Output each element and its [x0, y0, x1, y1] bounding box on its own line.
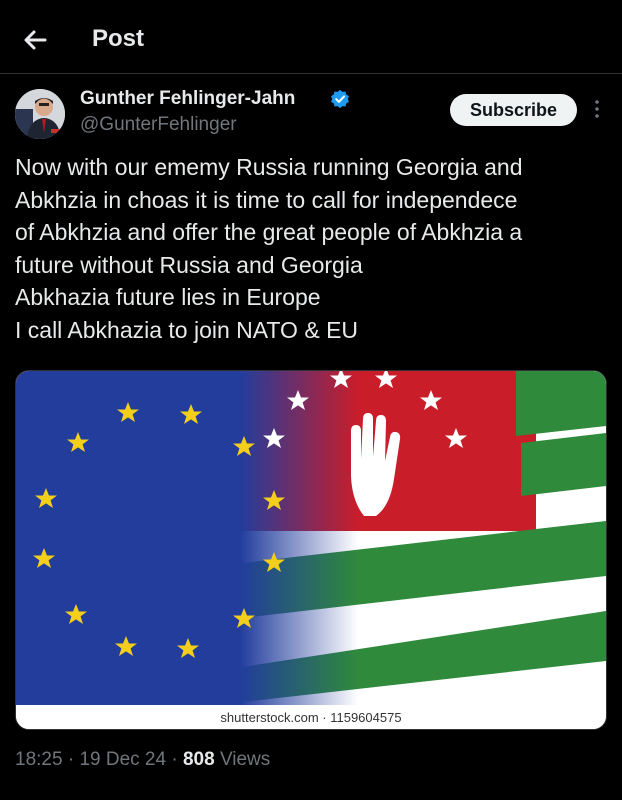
tweet-line: I call Abkhazia to join NATO & EU	[15, 316, 359, 343]
tweet-line: Abkhazia future lies in Europe	[15, 284, 321, 310]
verified-badge-icon	[331, 89, 349, 109]
eu-abkhazia-flag-image	[16, 371, 606, 705]
author-name[interactable]: Gunther Fehlinger-Jahn	[80, 88, 295, 110]
arrow-left-icon[interactable]	[18, 22, 54, 58]
top-bar: Post	[0, 0, 622, 74]
separator: ·	[171, 749, 178, 770]
tweet-line: of Abkhzia and offer the great people of…	[15, 219, 523, 245]
avatar[interactable]	[15, 89, 65, 139]
page-title: Post	[92, 25, 145, 52]
subscribe-button[interactable]: Subscribe	[450, 94, 577, 126]
tweet-media-image[interactable]: shutterstock.com · 1159604575	[15, 370, 607, 730]
views-count[interactable]: 808	[183, 749, 215, 770]
views-label: Views	[219, 749, 271, 770]
separator: ·	[67, 749, 75, 770]
post-metadata: 18:25 · 19 Dec 24 · 808 Views	[15, 749, 270, 771]
tweet-line: future without Russia and Georgia	[15, 251, 363, 278]
post-date[interactable]: 19 Dec 24	[79, 749, 166, 770]
post-time[interactable]: 18:25	[15, 749, 63, 770]
more-vertical-icon[interactable]	[588, 98, 606, 120]
avatar-photo	[15, 89, 65, 139]
tweet-line: Now with our ememy Russia running Georgi…	[15, 154, 523, 180]
author-handle[interactable]: @GunterFehlinger	[80, 114, 237, 136]
image-credit: shutterstock.com · 1159604575	[16, 705, 606, 729]
tweet-line: Abkhzia in choas it is time to call for …	[15, 186, 518, 213]
tweet-text: Now with our ememy Russia running Georgi…	[15, 151, 615, 346]
